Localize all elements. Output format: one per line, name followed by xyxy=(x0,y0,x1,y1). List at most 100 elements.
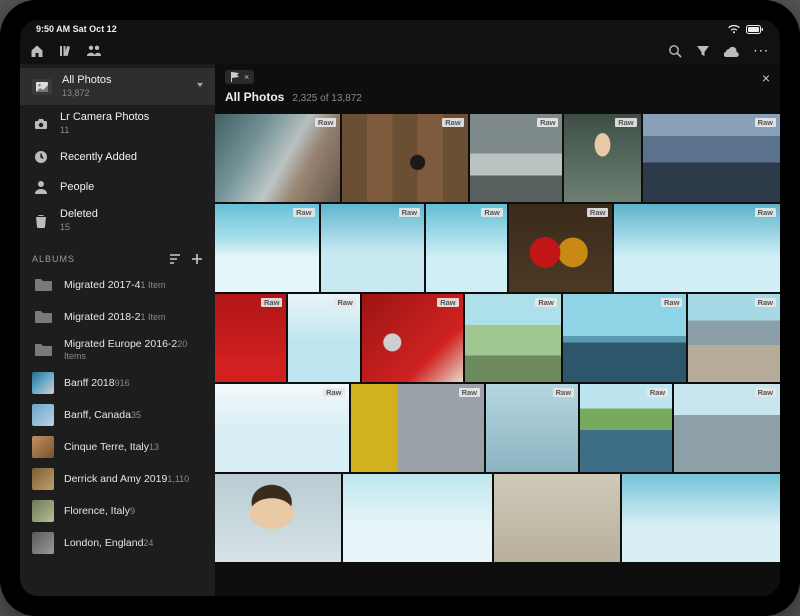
photo-thumbnail[interactable]: Raw xyxy=(580,384,672,472)
photo-thumbnail[interactable]: Raw xyxy=(563,294,687,382)
photo-grid-scroll[interactable]: RawRawRawRawRawRawRawRawRawRawRawRawRawR… xyxy=(215,114,780,596)
album-item[interactable]: Banff 2018916 xyxy=(20,367,215,399)
photo-thumbnail[interactable]: Raw xyxy=(688,294,780,382)
album-title: Migrated Europe 2016-2 xyxy=(64,338,177,350)
album-item[interactable]: Florence, Italy9 xyxy=(20,495,215,527)
album-item[interactable]: Derrick and Amy 20191,110 xyxy=(20,463,215,495)
raw-badge: Raw xyxy=(399,208,420,217)
status-time: 9:50 AM Sat Oct 12 xyxy=(36,24,117,34)
sidebar-item-count: 11 xyxy=(60,124,205,136)
photo-thumbnail[interactable]: Raw xyxy=(470,114,563,202)
people-icon xyxy=(86,44,102,58)
sidebar-item-label: All Photos xyxy=(62,74,185,87)
shared-button[interactable] xyxy=(86,44,102,58)
photo-thumbnail[interactable]: Raw xyxy=(362,294,463,382)
raw-badge: Raw xyxy=(587,208,608,217)
sort-albums-button[interactable] xyxy=(169,253,181,265)
album-item[interactable]: Migrated Europe 2016-220 Items xyxy=(20,333,215,367)
sidebar-item-people[interactable]: People xyxy=(20,172,215,202)
photo-thumbnail[interactable]: Raw xyxy=(215,114,340,202)
home-button[interactable] xyxy=(30,44,44,58)
album-count: 9 xyxy=(130,506,135,516)
cloud-sync-button[interactable] xyxy=(724,45,740,57)
sidebar-section-header: ALBUMS xyxy=(20,243,215,269)
photo-thumbnail[interactable]: Raw xyxy=(486,384,578,472)
album-title: Florence, Italy xyxy=(64,505,130,517)
more-button[interactable]: ··· xyxy=(754,46,770,57)
album-item[interactable]: Migrated 2018-21 Item xyxy=(20,301,215,333)
raw-badge: Raw xyxy=(261,298,282,307)
picture-icon xyxy=(32,79,52,95)
album-title: Migrated 2018-2 xyxy=(64,311,140,323)
plus-icon xyxy=(191,253,203,265)
photo-thumbnail[interactable]: Raw xyxy=(351,384,485,472)
photo-thumbnail[interactable]: Raw xyxy=(215,384,349,472)
album-list: Migrated 2017-41 ItemMigrated 2018-21 It… xyxy=(20,269,215,559)
album-title: Banff 2018 xyxy=(64,377,115,389)
home-icon xyxy=(30,44,44,58)
add-album-button[interactable] xyxy=(191,253,203,265)
album-title: Migrated 2017-4 xyxy=(64,279,140,291)
x-small-icon: × xyxy=(244,72,249,82)
library-button[interactable] xyxy=(58,44,72,58)
photo-thumbnail[interactable] xyxy=(622,474,780,562)
sidebar-item-recently-added[interactable]: Recently Added xyxy=(20,142,215,172)
remove-chip-button[interactable]: × xyxy=(244,72,249,82)
person-icon xyxy=(32,178,50,196)
photo-thumbnail[interactable]: Raw xyxy=(321,204,425,292)
album-thumbnail xyxy=(32,500,54,522)
sidebar-item-label: Lr Camera Photos xyxy=(60,111,205,124)
raw-badge: Raw xyxy=(661,298,682,307)
photo-thumbnail[interactable]: Raw xyxy=(288,294,359,382)
flag-icon xyxy=(230,72,240,82)
album-title: Banff, Canada xyxy=(64,409,131,421)
search-button[interactable] xyxy=(668,44,682,58)
album-item[interactable]: London, England24 xyxy=(20,527,215,559)
status-icons xyxy=(728,25,764,34)
album-item[interactable]: Cinque Terre, Italy13 xyxy=(20,431,215,463)
album-count: 35 xyxy=(131,410,141,420)
tablet-frame: 9:50 AM Sat Oct 12 xyxy=(0,0,800,616)
raw-badge: Raw xyxy=(535,298,556,307)
photo-thumbnail[interactable]: Raw xyxy=(342,114,467,202)
album-thumbnail xyxy=(32,468,54,490)
close-icon: × xyxy=(762,70,770,86)
funnel-icon xyxy=(696,44,710,58)
album-title: Cinque Terre, Italy xyxy=(64,441,149,453)
photo-thumbnail[interactable]: Raw xyxy=(674,384,780,472)
album-thumbnail xyxy=(32,404,54,426)
grid-row: RawRawRawRawRaw xyxy=(215,114,780,202)
album-title: London, England xyxy=(64,537,143,549)
raw-badge: Raw xyxy=(755,298,776,307)
sidebar-item-all-photos[interactable]: All Photos13,872 xyxy=(20,68,215,105)
sidebar-item-label: Recently Added xyxy=(60,151,205,164)
photo-thumbnail[interactable]: Raw xyxy=(215,204,319,292)
photo-thumbnail[interactable] xyxy=(494,474,620,562)
main-header: × × All Photos 2,325 of 13,872 xyxy=(215,64,780,114)
sidebar-item-lr-camera-photos[interactable]: Lr Camera Photos11 xyxy=(20,105,215,142)
filter-button[interactable] xyxy=(696,44,710,58)
photo-thumbnail[interactable]: Raw xyxy=(215,294,286,382)
photo-thumbnail[interactable]: Raw xyxy=(426,204,507,292)
sidebar-item-deleted[interactable]: Deleted15 xyxy=(20,202,215,239)
album-count: 1,110 xyxy=(167,474,189,484)
folder-icon xyxy=(32,306,54,328)
filter-chip-row: × xyxy=(225,70,770,84)
filter-chip-flagged[interactable]: × xyxy=(225,70,254,84)
photo-thumbnail[interactable]: Raw xyxy=(509,204,613,292)
app-top-bar: ··· xyxy=(20,38,780,64)
photo-thumbnail[interactable]: Raw xyxy=(614,204,780,292)
photo-thumbnail[interactable]: Raw xyxy=(465,294,561,382)
album-item[interactable]: Migrated 2017-41 Item xyxy=(20,269,215,301)
photo-thumbnail[interactable] xyxy=(343,474,492,562)
photo-thumbnail[interactable]: Raw xyxy=(643,114,780,202)
album-item[interactable]: Banff, Canada35 xyxy=(20,399,215,431)
sidebar-item-label: People xyxy=(60,181,205,194)
close-panel-button[interactable]: × xyxy=(762,70,770,86)
photo-thumbnail[interactable]: Raw xyxy=(564,114,640,202)
photo-grid: RawRawRawRawRawRawRawRawRawRawRawRawRawR… xyxy=(215,114,780,564)
trash-icon xyxy=(32,212,50,230)
raw-badge: Raw xyxy=(755,118,776,127)
photo-thumbnail[interactable] xyxy=(215,474,341,562)
raw-badge: Raw xyxy=(537,118,558,127)
